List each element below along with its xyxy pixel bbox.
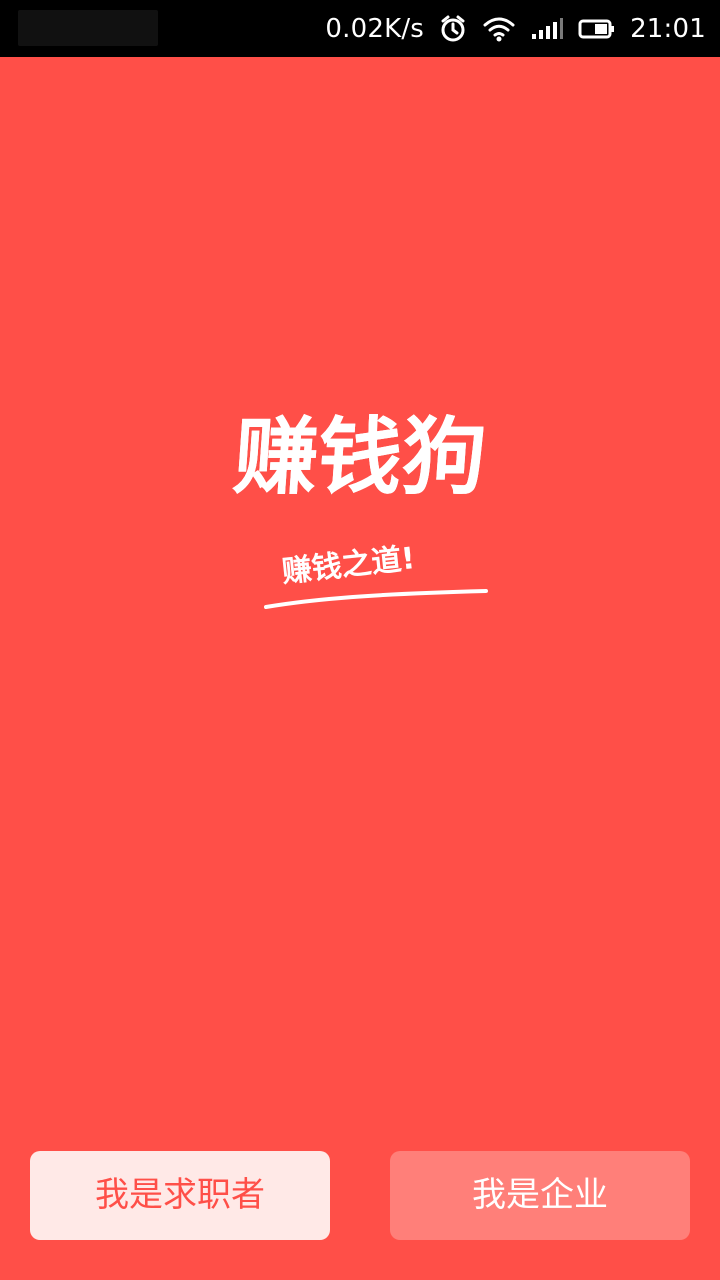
alarm-icon [438, 14, 468, 44]
brand-logo: 赚钱狗 赚钱之道! [0, 408, 720, 635]
brand-title: 赚钱狗 [230, 408, 490, 506]
network-speed: 0.02K/s [325, 13, 425, 44]
signal-icon [530, 17, 564, 41]
splash-screen: 0.02K/s 21:01 赚钱狗 赚钱之道! 我是求职者 我是企业 [0, 0, 720, 1280]
status-bar: 0.02K/s 21:01 [0, 0, 720, 57]
battery-icon [578, 17, 616, 41]
status-bar-left-placeholder [18, 10, 158, 46]
jobseeker-button[interactable]: 我是求职者 [30, 1151, 330, 1240]
role-selection: 我是求职者 我是企业 [30, 1151, 690, 1240]
enterprise-button[interactable]: 我是企业 [390, 1151, 690, 1240]
wifi-icon [482, 16, 516, 42]
status-bar-right: 0.02K/s 21:01 [325, 0, 706, 57]
clock-time: 21:01 [630, 13, 706, 44]
slogan-underline-icon [264, 589, 488, 609]
brand-slogan: 赚钱之道! [280, 541, 417, 590]
